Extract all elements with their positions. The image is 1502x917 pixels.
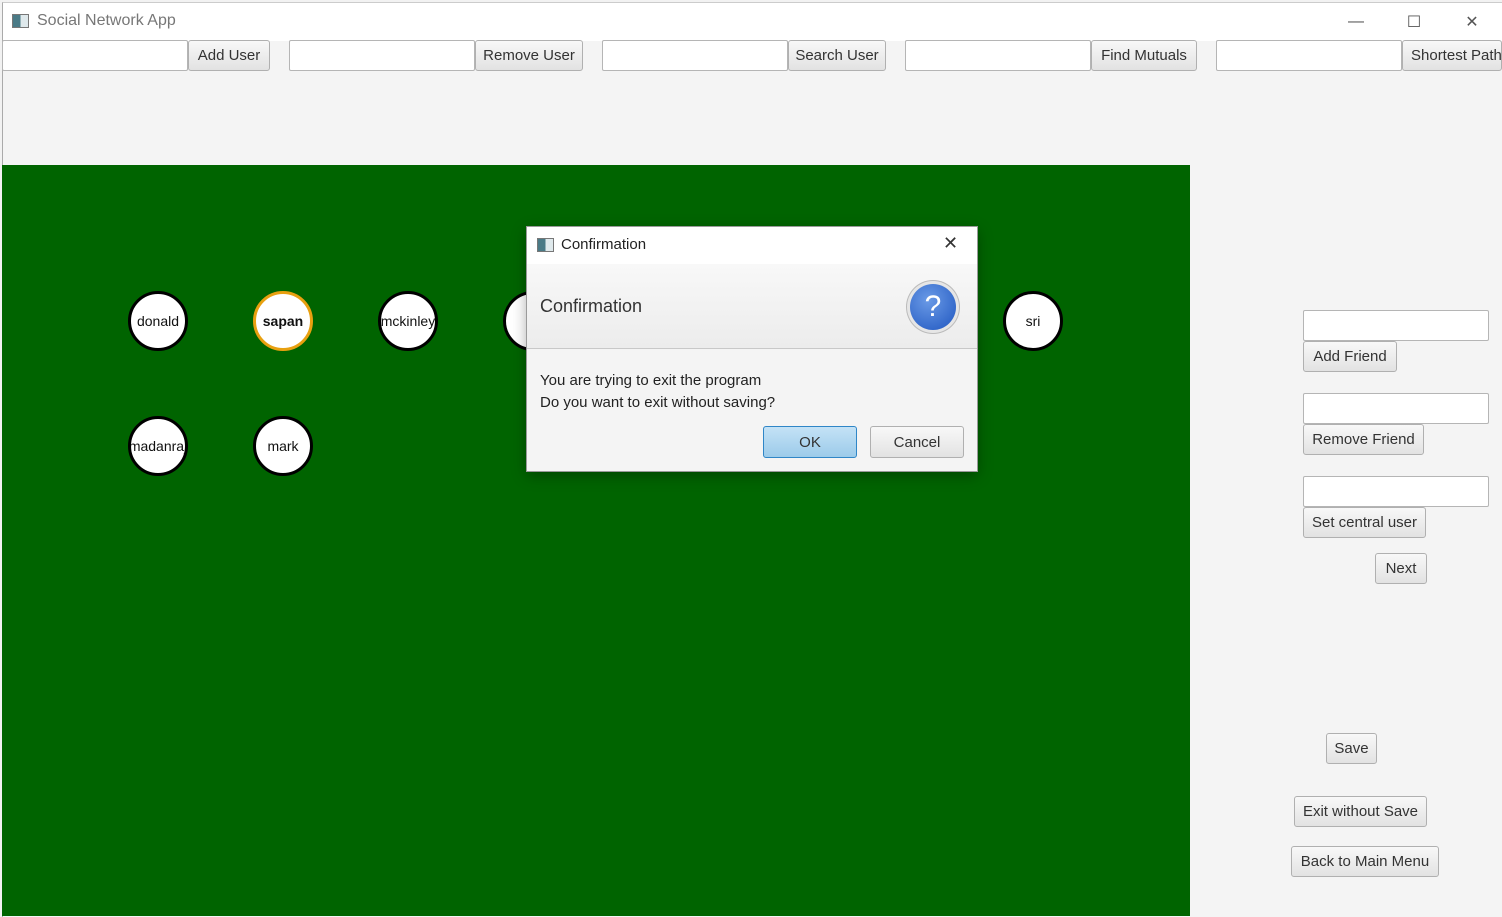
dialog-title-bar: Confirmation ✕ (527, 227, 977, 264)
remove-user-input[interactable] (289, 40, 475, 71)
remove-user-button[interactable]: Remove User (475, 40, 583, 71)
user-node[interactable]: madanraj (128, 416, 188, 476)
dialog-header: Confirmation ? (527, 264, 977, 349)
title-bar: Social Network App — ☐ ✕ (3, 3, 1502, 41)
add-user-input[interactable] (2, 40, 188, 71)
user-node[interactable]: donald (128, 291, 188, 351)
dialog-message-line: Do you want to exit without saving? (540, 394, 776, 411)
window-title: Social Network App (37, 12, 176, 29)
app-icon (537, 238, 554, 252)
find-mutuals-input[interactable] (905, 40, 1091, 71)
shortest-path-button[interactable]: Shortest Path (1402, 40, 1502, 71)
central-user-node[interactable]: sapan (253, 291, 313, 351)
minimize-icon[interactable]: — (1333, 7, 1379, 37)
exit-without-save-button[interactable]: Exit without Save (1294, 796, 1427, 827)
close-icon[interactable]: ✕ (943, 233, 958, 254)
next-button[interactable]: Next (1375, 553, 1427, 584)
app-icon (12, 14, 29, 28)
confirmation-dialog: Confirmation ✕ Confirmation ? You are tr… (527, 227, 977, 471)
ok-button[interactable]: OK (763, 426, 857, 458)
set-central-user-button[interactable]: Set central user (1303, 507, 1426, 538)
search-user-button[interactable]: Search User (788, 40, 886, 71)
user-node[interactable]: mckinley (378, 291, 438, 351)
user-node[interactable]: mark (253, 416, 313, 476)
find-mutuals-button[interactable]: Find Mutuals (1091, 40, 1197, 71)
remove-friend-input[interactable] (1303, 393, 1489, 424)
add-friend-button[interactable]: Add Friend (1303, 341, 1397, 372)
search-user-input[interactable] (602, 40, 788, 71)
remove-friend-button[interactable]: Remove Friend (1303, 424, 1424, 455)
save-button[interactable]: Save (1326, 733, 1377, 764)
shortest-path-input[interactable] (1216, 40, 1402, 71)
dialog-message-line: You are trying to exit the program (540, 372, 762, 389)
dialog-title: Confirmation (561, 236, 647, 253)
back-to-main-menu-button[interactable]: Back to Main Menu (1291, 846, 1439, 877)
question-icon: ? (910, 284, 956, 330)
dialog-header-text: Confirmation (540, 296, 643, 316)
add-user-button[interactable]: Add User (188, 40, 270, 71)
dialog-message: You are trying to exit the program Do yo… (540, 370, 775, 414)
close-icon[interactable]: ✕ (1449, 7, 1495, 37)
central-user-input[interactable] (1303, 476, 1489, 507)
user-node[interactable]: sri (1003, 291, 1063, 351)
add-friend-input[interactable] (1303, 310, 1489, 341)
cancel-button[interactable]: Cancel (870, 426, 964, 458)
maximize-icon[interactable]: ☐ (1391, 7, 1437, 37)
